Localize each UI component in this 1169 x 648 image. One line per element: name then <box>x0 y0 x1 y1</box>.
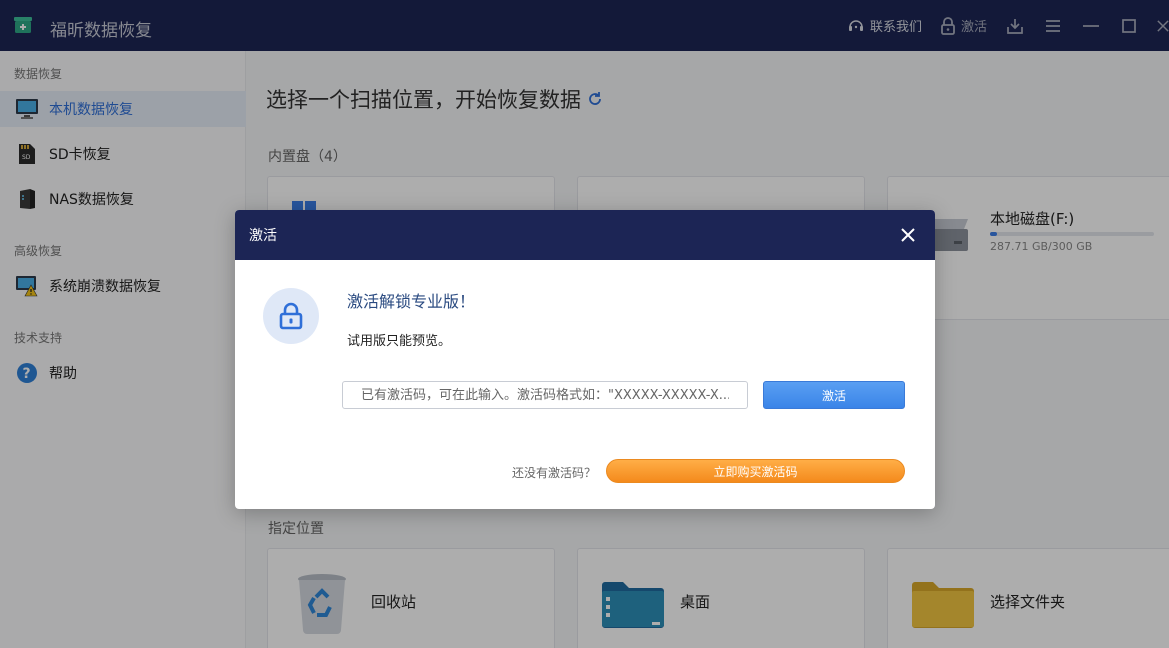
activation-code-input[interactable] <box>342 381 748 409</box>
dialog-header-title: 激活 <box>249 228 277 244</box>
no-code-text: 还没有激活码？ <box>512 466 597 480</box>
buy-code-button[interactable]: 立即购买激活码 <box>606 459 905 483</box>
lock-badge <box>263 288 319 344</box>
dialog-header: 激活 <box>235 210 935 260</box>
lock-icon <box>279 302 303 330</box>
activate-button[interactable]: 激活 <box>763 381 905 409</box>
dialog-title: 激活解锁专业版！ <box>347 292 476 311</box>
dialog-close-icon[interactable] <box>899 226 917 244</box>
dialog-description: 试用版只能预览。 <box>347 334 452 349</box>
activation-dialog: 激活 激活解锁专业版！ 试用版只能预览。 激活 还没有激活码？ 立即购买激活码 <box>235 210 935 509</box>
